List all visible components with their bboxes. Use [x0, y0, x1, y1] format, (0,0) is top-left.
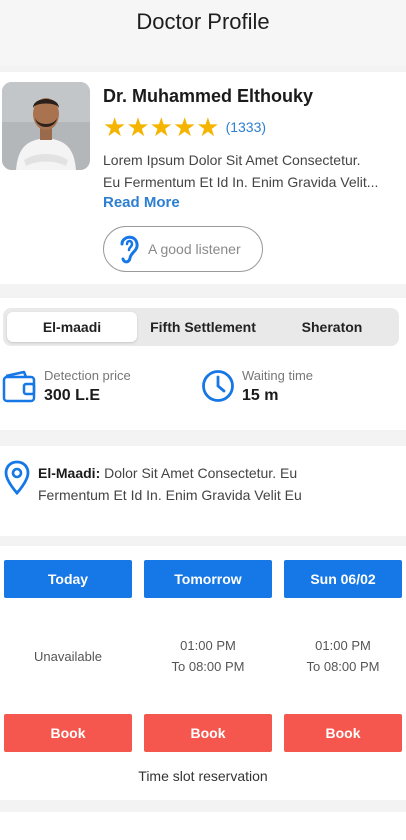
clock-icon [202, 370, 234, 402]
doctor-name: Dr. Muhammed Elthouky [103, 86, 314, 106]
tab-fifth-settlement[interactable]: Fifth Settlement [139, 312, 267, 342]
star-icon: ★ [172, 112, 197, 142]
day-column: Today Unavailable Book [4, 560, 132, 752]
slot-start: 01:00 PM [180, 638, 236, 653]
day-column: Sun 06/02 01:00 PM To 08:00 PM Book [284, 560, 402, 752]
waiting-time: Waiting time 15 m [200, 368, 313, 405]
page-title: Doctor Profile [136, 9, 270, 34]
address-text: El-Maadi: Dolor Sit Amet Consectetur. Eu… [38, 462, 398, 506]
star-icon: ★ [149, 112, 173, 142]
waiting-label: Waiting time [242, 368, 314, 383]
slot-status: Unavailable [34, 648, 102, 664]
chip-label: A good listener [148, 241, 241, 257]
time-slot: Unavailable [4, 598, 132, 714]
star-icon: ★ [196, 112, 220, 142]
time-slot: 01:00 PM To 08:00 PM [144, 598, 272, 714]
book-button[interactable]: Book [4, 714, 132, 752]
address-area: El-Maadi: [38, 465, 101, 481]
address-section: El-Maadi: Dolor Sit Amet Consectetur. Eu… [0, 446, 406, 536]
book-button[interactable]: Book [144, 714, 272, 752]
doctor-bio: Lorem Ipsum Dolor Sit Amet Consectetur. … [103, 149, 403, 193]
price-value: 300 L.E [44, 387, 101, 404]
branch-tabs: El-maadi Fifth Settlement Sheraton [3, 308, 399, 346]
address-line: Dolor Sit Amet Consectetur. Eu [100, 465, 298, 481]
ear-icon [120, 235, 139, 264]
rating-count[interactable]: (1333) [226, 119, 266, 135]
tab-el-maadi[interactable]: El-maadi [7, 312, 137, 342]
slot-end: To 08:00 PM [171, 659, 245, 674]
schedule-section: Today Unavailable Book Tomorrow 01:00 PM… [0, 546, 406, 800]
price-label: Detection price [44, 368, 131, 383]
bio-line: Eu Fermentum Et Id In. Enim Gravida Veli… [103, 174, 379, 190]
waiting-value: 15 m [242, 387, 279, 404]
tab-sheraton[interactable]: Sheraton [269, 312, 395, 342]
doctor-photo [2, 82, 90, 170]
location-pin-icon [4, 460, 30, 496]
day-sun-button[interactable]: Sun 06/02 [284, 560, 402, 598]
address-line: Fermentum Et Id In. Enim Gravida Velit E… [38, 487, 302, 503]
day-today-button[interactable]: Today [4, 560, 132, 598]
read-more-link[interactable]: Read More [103, 194, 180, 211]
day-column: Tomorrow 01:00 PM To 08:00 PM Book [144, 560, 272, 752]
slot-start: 01:00 PM [315, 638, 371, 653]
detection-price: Detection price 300 L.E [2, 368, 131, 405]
star-icon: ★ [126, 112, 150, 142]
branch-section: El-maadi Fifth Settlement Sheraton Detec… [0, 298, 406, 430]
listener-chip[interactable]: A good listener [103, 226, 263, 272]
header: Doctor Profile [0, 0, 406, 66]
slot-end: To 08:00 PM [306, 659, 380, 674]
wallet-icon [2, 370, 36, 403]
book-button[interactable]: Book [284, 714, 402, 752]
avatar [2, 82, 90, 170]
time-slot: 01:00 PM To 08:00 PM [284, 598, 402, 714]
day-tomorrow-button[interactable]: Tomorrow [144, 560, 272, 598]
reservation-label: Time slot reservation [138, 768, 268, 784]
star-icon: ★ [103, 112, 127, 142]
next-section [0, 812, 406, 840]
rating: ★ ★ ★ ★ ★ (1333) [103, 114, 266, 140]
doctor-profile-card: Dr. Muhammed Elthouky ★ ★ ★ ★ ★ (1333) L… [0, 72, 406, 284]
bio-line: Lorem Ipsum Dolor Sit Amet Consectetur. [103, 152, 361, 168]
